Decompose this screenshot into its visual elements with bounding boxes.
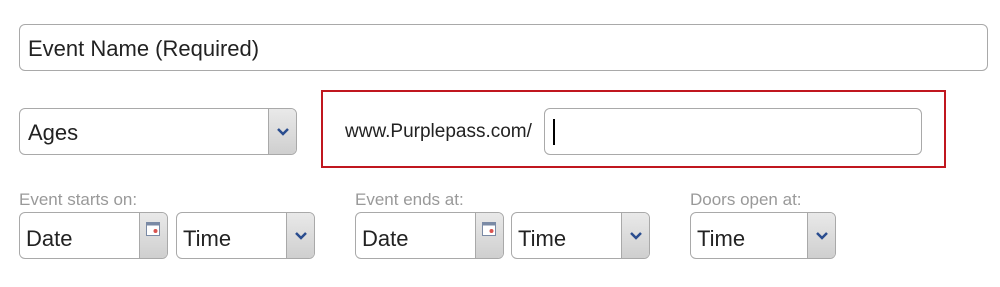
event-starts-label: Event starts on: [19, 190, 138, 209]
event-name-input[interactable]: Event Name (Required) [19, 24, 988, 71]
chevron-down-icon [294, 231, 307, 240]
start-date-input[interactable]: Date [19, 212, 168, 259]
text-caret [553, 119, 555, 145]
start-calendar-button[interactable] [139, 213, 167, 258]
calendar-icon [482, 222, 496, 236]
end-time-value: Time [518, 226, 567, 251]
ages-select-value: Ages [28, 120, 79, 145]
end-date-value: Date [362, 226, 409, 251]
chevron-down-icon [276, 127, 289, 136]
ages-select[interactable]: Ages [19, 108, 297, 155]
doors-time-dropdown-button[interactable] [807, 213, 835, 258]
start-time-select[interactable]: Time [176, 212, 315, 259]
url-prefix-label: www.Purplepass.com/ [345, 121, 532, 142]
start-time-value: Time [183, 226, 232, 251]
doors-open-label: Doors open at: [690, 190, 802, 209]
end-time-select[interactable]: Time [511, 212, 650, 259]
end-date-input[interactable]: Date [355, 212, 504, 259]
event-name-placeholder: Event Name (Required) [28, 36, 260, 61]
chevron-down-icon [815, 231, 828, 240]
chevron-down-icon [629, 231, 642, 240]
event-ends-label: Event ends at: [355, 190, 464, 209]
ages-dropdown-button[interactable] [268, 109, 296, 154]
calendar-icon [146, 222, 160, 236]
start-time-dropdown-button[interactable] [286, 213, 314, 258]
start-date-value: Date [26, 226, 73, 251]
doors-time-select[interactable]: Time [690, 212, 836, 259]
url-slug-input[interactable] [544, 108, 922, 155]
doors-time-value: Time [697, 226, 746, 251]
end-calendar-button[interactable] [475, 213, 503, 258]
end-time-dropdown-button[interactable] [621, 213, 649, 258]
